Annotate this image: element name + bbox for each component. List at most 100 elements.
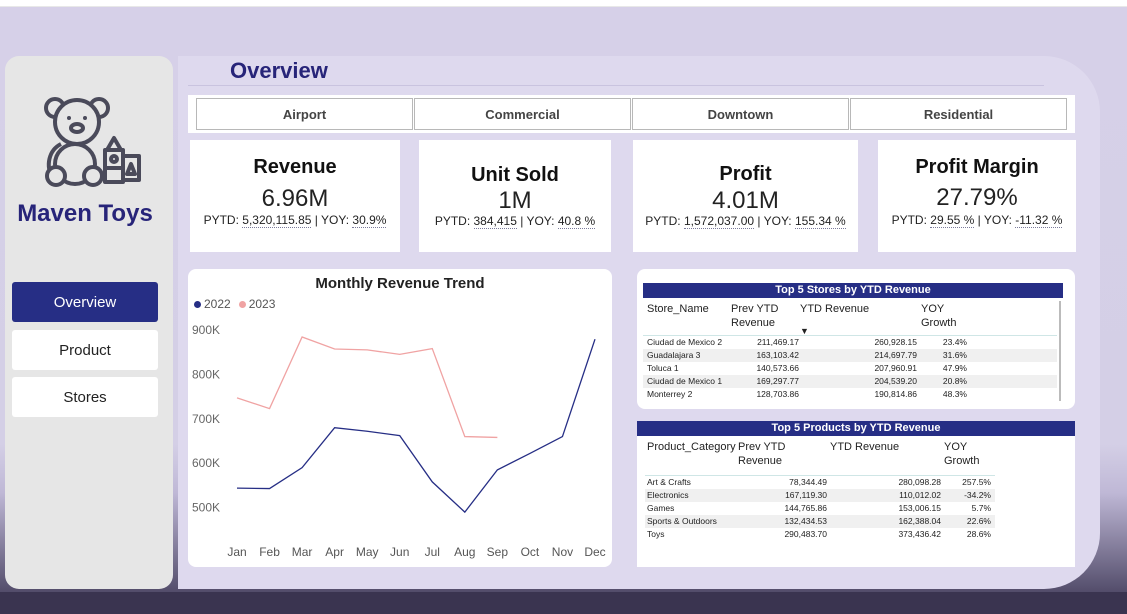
table-cell: Toys [647, 529, 665, 539]
x-tick-label: Nov [552, 545, 573, 559]
table-cell: 163,103.42 [756, 350, 799, 360]
table-cell: 5.7% [971, 503, 991, 513]
stores-col-prev[interactable]: Prev YTD Revenue [731, 302, 791, 330]
kpi-profit-sub: PYTD: 1,572,037.00 | YOY: 155.34 % [645, 214, 846, 229]
stores-table-title: Top 5 Stores by YTD Revenue [643, 283, 1063, 298]
table-cell: Ciudad de Mexico 2 [647, 337, 723, 347]
kpi-units-value: 1M [498, 187, 532, 214]
stores-col-name[interactable]: Store_Name [647, 302, 709, 316]
monthly-revenue-chart: Monthly Revenue Trend 2022 2023 900K 800K… [188, 269, 612, 567]
table-cell: 207,960.91 [874, 363, 917, 373]
teddy-bear-logo-icon [41, 94, 141, 190]
table-cell: 214,697.79 [874, 350, 917, 360]
x-tick-label: Jul [425, 545, 440, 559]
table-cell: Guadalajara 3 [647, 350, 701, 360]
y-tick-label: 500K [192, 501, 220, 515]
nav-overview-button[interactable]: Overview [12, 282, 158, 322]
table-cell: 48.3% [942, 389, 967, 399]
table-cell: 204,539.20 [874, 376, 917, 386]
kpi-profit-margin-card: Profit Margin 27.79% PYTD: 29.55 % | YOY… [878, 140, 1076, 252]
store-row[interactable]: Monterrey 2 128,703.86 190,814.86 48.3% [643, 388, 1057, 399]
x-tick-label: Feb [259, 545, 280, 559]
table-cell: Ciudad de Mexico 1 [647, 376, 723, 386]
table-cell: 169,297.77 [756, 376, 799, 386]
x-tick-label: Aug [454, 545, 475, 559]
product-row[interactable]: Art & Crafts 78,344.49 280,098.28 257.5% [645, 476, 995, 489]
stores-col-ytd[interactable]: YTD Revenue [800, 302, 869, 316]
table-cell: 140,573.66 [756, 363, 799, 373]
stores-table-scrollbar[interactable] [1059, 301, 1061, 401]
store-row[interactable]: Ciudad de Mexico 1 169,297.77 204,539.20 20… [643, 375, 1057, 388]
product-row[interactable]: Sports & Outdoors 132,434.53 162,388.04 22.… [645, 515, 995, 528]
kpi-revenue-card: Revenue 6.96M PYTD: 5,320,115.85 | YOY: … [190, 140, 400, 252]
kpi-profit-card: Profit 4.01M PYTD: 1,572,037.00 | YOY: 1… [633, 140, 858, 252]
x-tick-label: Oct [521, 545, 540, 559]
table-cell: 78,344.49 [789, 477, 827, 487]
table-cell: 31.6% [942, 350, 967, 360]
products-col-yoy[interactable]: YOY Growth [944, 440, 984, 468]
table-cell: 257.5% [962, 477, 991, 487]
kpi-revenue-title: Revenue [253, 156, 337, 178]
products-col-category[interactable]: Product_Category [647, 440, 736, 454]
x-tick-label: Mar [292, 545, 313, 559]
kpi-revenue-value: 6.96M [261, 185, 329, 212]
series-line-2022[interactable] [236, 339, 596, 514]
y-tick-label: 600K [192, 456, 220, 470]
bottom-bar [0, 592, 1127, 614]
table-cell: 280,098.28 [898, 477, 941, 487]
page-title: Overview [230, 58, 328, 83]
kpi-margin-sub: PYTD: 29.55 % | YOY: -11.32 % [891, 213, 1063, 228]
table-cell: Games [647, 503, 675, 513]
nav-stores-button[interactable]: Stores [12, 377, 158, 417]
table-cell: 153,006.15 [898, 503, 941, 513]
product-row[interactable]: Toys 290,483.70 373,436.42 28.6% [645, 528, 995, 541]
table-cell: Sports & Outdoors [647, 516, 717, 526]
slicer-option-commercial[interactable]: Commercial [414, 98, 631, 130]
brand-name: Maven Toys [17, 200, 153, 227]
store-row[interactable]: Ciudad de Mexico 2 211,469.17 260,928.15 23… [643, 336, 1057, 349]
kpi-profit-title: Profit [719, 163, 772, 185]
store-row[interactable]: Guadalajara 3 163,103.42 214,697.79 31.6% [643, 349, 1057, 362]
title-divider [188, 85, 1044, 86]
kpi-margin-value: 27.79% [936, 184, 1018, 211]
x-tick-label: Apr [325, 545, 344, 559]
table-cell: 22.6% [966, 516, 991, 526]
line-chart-canvas: 900K 800K 700K 600K 500K Jan Feb Mar Apr May Jun Ju… [192, 323, 606, 559]
table-cell: 23.4% [942, 337, 967, 347]
products-table-body: Art & Crafts 78,344.49 280,098.28 257.5% Ele… [645, 475, 995, 541]
table-cell: 290,483.70 [784, 529, 827, 539]
x-tick-label: May [356, 545, 379, 559]
stores-table-body: Ciudad de Mexico 2 211,469.17 260,928.15 23… [643, 335, 1057, 399]
products-col-prev[interactable]: Prev YTD Revenue [738, 440, 798, 468]
store-row[interactable]: Toluca 1 140,573.66 207,960.91 47.9% [643, 362, 1057, 375]
top-stores-table-card: Top 5 Stores by YTD Revenue Store_Name P… [637, 269, 1075, 409]
table-cell: 20.8% [942, 376, 967, 386]
product-row[interactable]: Games 144,765.86 153,006.15 5.7% [645, 502, 995, 515]
slicer-option-residential[interactable]: Residential [850, 98, 1067, 130]
y-tick-label: 800K [192, 367, 220, 381]
table-cell: 47.9% [942, 363, 967, 373]
product-row[interactable]: Electronics 167,119.30 110,012.02 -34.2% [645, 489, 995, 502]
table-cell: -34.2% [964, 490, 991, 500]
table-cell: 132,434.53 [784, 516, 827, 526]
table-cell: 167,119.30 [785, 490, 827, 500]
left-panel: Maven Toys Overview Product Stores [5, 56, 173, 589]
nav-product-button[interactable]: Product [12, 330, 158, 370]
y-tick-label: 700K [192, 412, 220, 426]
table-cell: 211,469.17 [757, 337, 799, 347]
table-cell: 373,436.42 [898, 529, 941, 539]
kpi-units-sub: PYTD: 384,415 | YOY: 40.8 % [434, 214, 596, 229]
products-table-title: Top 5 Products by YTD Revenue [637, 421, 1075, 436]
table-cell: 260,928.15 [874, 337, 917, 347]
slicer-option-airport[interactable]: Airport [196, 98, 413, 130]
series-line-2023[interactable] [236, 336, 498, 439]
stores-col-yoy[interactable]: YOY Growth [921, 302, 961, 330]
table-cell: 190,814.86 [874, 389, 917, 399]
store-location-slicer: Airport Commercial Downtown Residential [188, 95, 1075, 133]
products-col-ytd[interactable]: YTD Revenue [830, 440, 899, 454]
table-cell: Art & Crafts [647, 477, 691, 487]
slicer-option-downtown[interactable]: Downtown [632, 98, 849, 130]
table-cell: 128,703.86 [756, 389, 799, 399]
table-cell: Monterrey 2 [647, 389, 693, 399]
table-cell: 28.6% [966, 529, 991, 539]
